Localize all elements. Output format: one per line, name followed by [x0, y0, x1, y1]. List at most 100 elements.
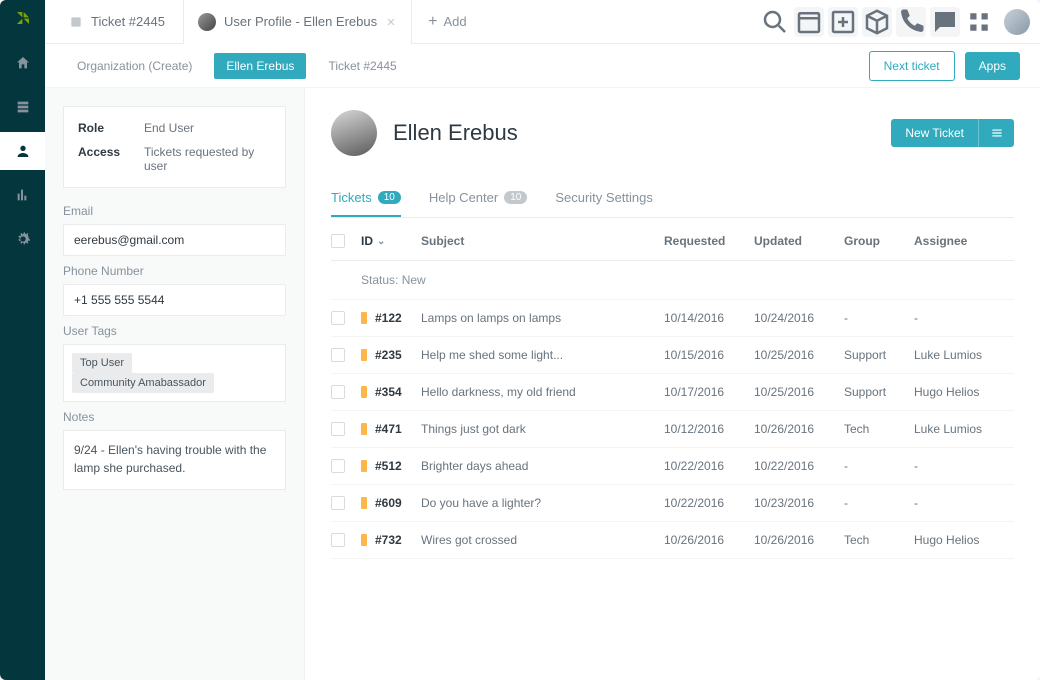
subtab-ticket[interactable]: Ticket #2445: [316, 53, 408, 79]
close-icon[interactable]: [385, 16, 397, 28]
email-field[interactable]: [63, 224, 286, 256]
table-row[interactable]: #609Do you have a lighter?10/22/201610/2…: [331, 485, 1014, 522]
row-checkbox[interactable]: [331, 496, 345, 510]
ticket-group: -: [844, 459, 914, 473]
row-checkbox[interactable]: [331, 459, 345, 473]
add-tab[interactable]: +Add: [416, 0, 478, 44]
ticket-subject: Lamps on lamps on lamps: [421, 311, 664, 325]
row-checkbox[interactable]: [331, 348, 345, 362]
tab-ticket[interactable]: Ticket #2445: [55, 0, 179, 44]
ticket-id[interactable]: #732: [375, 533, 402, 547]
tag[interactable]: Top User: [72, 353, 132, 373]
ticket-subject: Brighter days ahead: [421, 459, 664, 473]
tab-help-label: Help Center: [429, 190, 498, 205]
ticket-id[interactable]: #512: [375, 459, 402, 473]
status-indicator: [361, 349, 367, 361]
ticket-updated: 10/25/2016: [754, 385, 844, 399]
row-checkbox[interactable]: [331, 385, 345, 399]
row-checkbox[interactable]: [331, 311, 345, 325]
tag[interactable]: Community Amabassador: [72, 373, 214, 393]
phone-icon[interactable]: [896, 7, 926, 37]
ticket-updated: 10/23/2016: [754, 496, 844, 510]
ticket-group: Support: [844, 348, 914, 362]
nav-home[interactable]: [0, 44, 45, 82]
table-row[interactable]: #732Wires got crossed10/26/201610/26/201…: [331, 522, 1014, 559]
ticket-assignee: -: [914, 459, 1014, 473]
header-updated[interactable]: Updated: [754, 234, 844, 248]
ticket-group: -: [844, 311, 914, 325]
user-avatar[interactable]: [1004, 9, 1030, 35]
ticket-id[interactable]: #235: [375, 348, 402, 362]
apps-button[interactable]: Apps: [965, 52, 1020, 80]
header-assignee[interactable]: Assignee: [914, 234, 1014, 248]
ticket-updated: 10/25/2016: [754, 348, 844, 362]
ticket-updated: 10/24/2016: [754, 311, 844, 325]
tab-help-center[interactable]: Help Center 10: [429, 180, 528, 217]
subtab-org[interactable]: Organization (Create): [65, 53, 204, 79]
ticket-subject: Hello darkness, my old friend: [421, 385, 664, 399]
row-checkbox[interactable]: [331, 533, 345, 547]
tags-box[interactable]: Top User Community Amabassador: [63, 344, 286, 402]
email-label: Email: [63, 204, 286, 218]
header-group[interactable]: Group: [844, 234, 914, 248]
search-icon[interactable]: [760, 7, 790, 37]
ticket-id[interactable]: #122: [375, 311, 402, 325]
ticket-assignee: Hugo Helios: [914, 533, 1014, 547]
status-indicator: [361, 312, 367, 324]
ticket-subject: Things just got dark: [421, 422, 664, 436]
notes-label: Notes: [63, 410, 286, 424]
tab-tickets[interactable]: Tickets 10: [331, 180, 401, 217]
tab-profile-label: User Profile - Ellen Erebus: [224, 14, 377, 29]
table-row[interactable]: #235Help me shed some light...10/15/2016…: [331, 337, 1014, 374]
nav-views[interactable]: [0, 88, 45, 126]
profile-avatar: [331, 110, 377, 156]
nav-admin[interactable]: [0, 220, 45, 258]
ticket-assignee: -: [914, 311, 1014, 325]
table-row[interactable]: #354Hello darkness, my old friend10/17/2…: [331, 374, 1014, 411]
ticket-menu-button[interactable]: [978, 119, 1014, 147]
tab-avatar-icon: [198, 13, 216, 31]
phone-label: Phone Number: [63, 264, 286, 278]
access-label: Access: [78, 145, 126, 173]
profile-tabs: Tickets 10 Help Center 10 Security Setti…: [331, 180, 1014, 218]
add-item-icon[interactable]: [828, 7, 858, 37]
header-id[interactable]: ID: [361, 234, 373, 248]
ticket-requested: 10/22/2016: [664, 459, 754, 473]
ticket-subject: Wires got crossed: [421, 533, 664, 547]
role-label: Role: [78, 121, 126, 135]
ticket-assignee: Luke Lumios: [914, 422, 1014, 436]
package-icon[interactable]: [862, 7, 892, 37]
subtab-user[interactable]: Ellen Erebus: [214, 53, 306, 79]
header-subject[interactable]: Subject: [421, 234, 664, 248]
select-all-checkbox[interactable]: [331, 234, 345, 248]
tab-profile[interactable]: User Profile - Ellen Erebus: [183, 0, 412, 44]
calendar-icon[interactable]: [794, 7, 824, 37]
table-row[interactable]: #512Brighter days ahead10/22/201610/22/2…: [331, 448, 1014, 485]
chat-icon[interactable]: [930, 7, 960, 37]
subtab-bar: Organization (Create) Ellen Erebus Ticke…: [45, 44, 1040, 88]
nav-reporting[interactable]: [0, 176, 45, 214]
tab-ticket-label: Ticket #2445: [91, 14, 165, 29]
ticket-id[interactable]: #354: [375, 385, 402, 399]
apps-grid-icon[interactable]: [964, 7, 994, 37]
ticket-id[interactable]: #609: [375, 496, 402, 510]
ticket-group: Tech: [844, 422, 914, 436]
tab-security[interactable]: Security Settings: [555, 180, 653, 217]
ticket-requested: 10/26/2016: [664, 533, 754, 547]
ticket-updated: 10/22/2016: [754, 459, 844, 473]
table-row[interactable]: #122Lamps on lamps on lamps10/14/201610/…: [331, 300, 1014, 337]
nav-customers[interactable]: [0, 132, 45, 170]
topbar: Ticket #2445 User Profile - Ellen Erebus…: [45, 0, 1040, 44]
header-requested[interactable]: Requested: [664, 234, 754, 248]
table-row[interactable]: #471Things just got dark10/12/201610/26/…: [331, 411, 1014, 448]
new-ticket-button[interactable]: New Ticket: [891, 119, 978, 147]
nav-rail: [0, 0, 45, 680]
notes-field[interactable]: 9/24 - Ellen's having trouble with the l…: [63, 430, 286, 490]
ticket-requested: 10/22/2016: [664, 496, 754, 510]
tags-label: User Tags: [63, 324, 286, 338]
ticket-updated: 10/26/2016: [754, 422, 844, 436]
phone-field[interactable]: [63, 284, 286, 316]
ticket-id[interactable]: #471: [375, 422, 402, 436]
row-checkbox[interactable]: [331, 422, 345, 436]
next-ticket-button[interactable]: Next ticket: [869, 51, 955, 81]
